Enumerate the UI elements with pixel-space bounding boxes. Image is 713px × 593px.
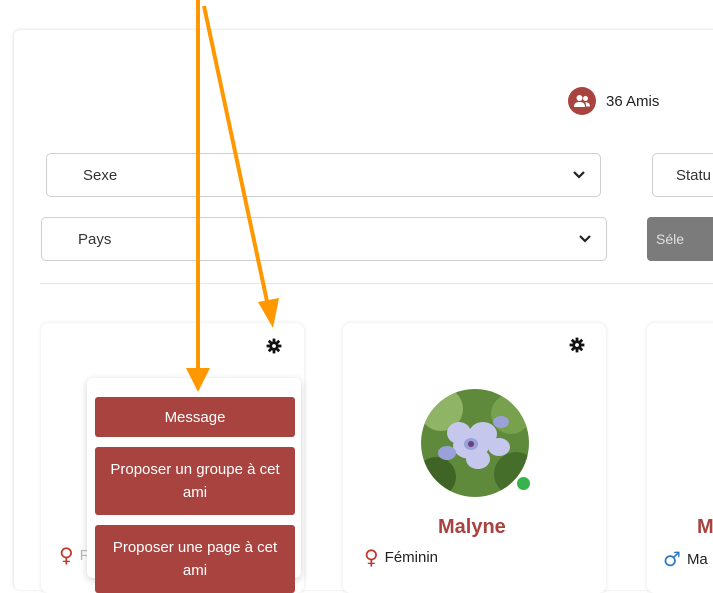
annotation-arrows bbox=[186, 0, 279, 392]
